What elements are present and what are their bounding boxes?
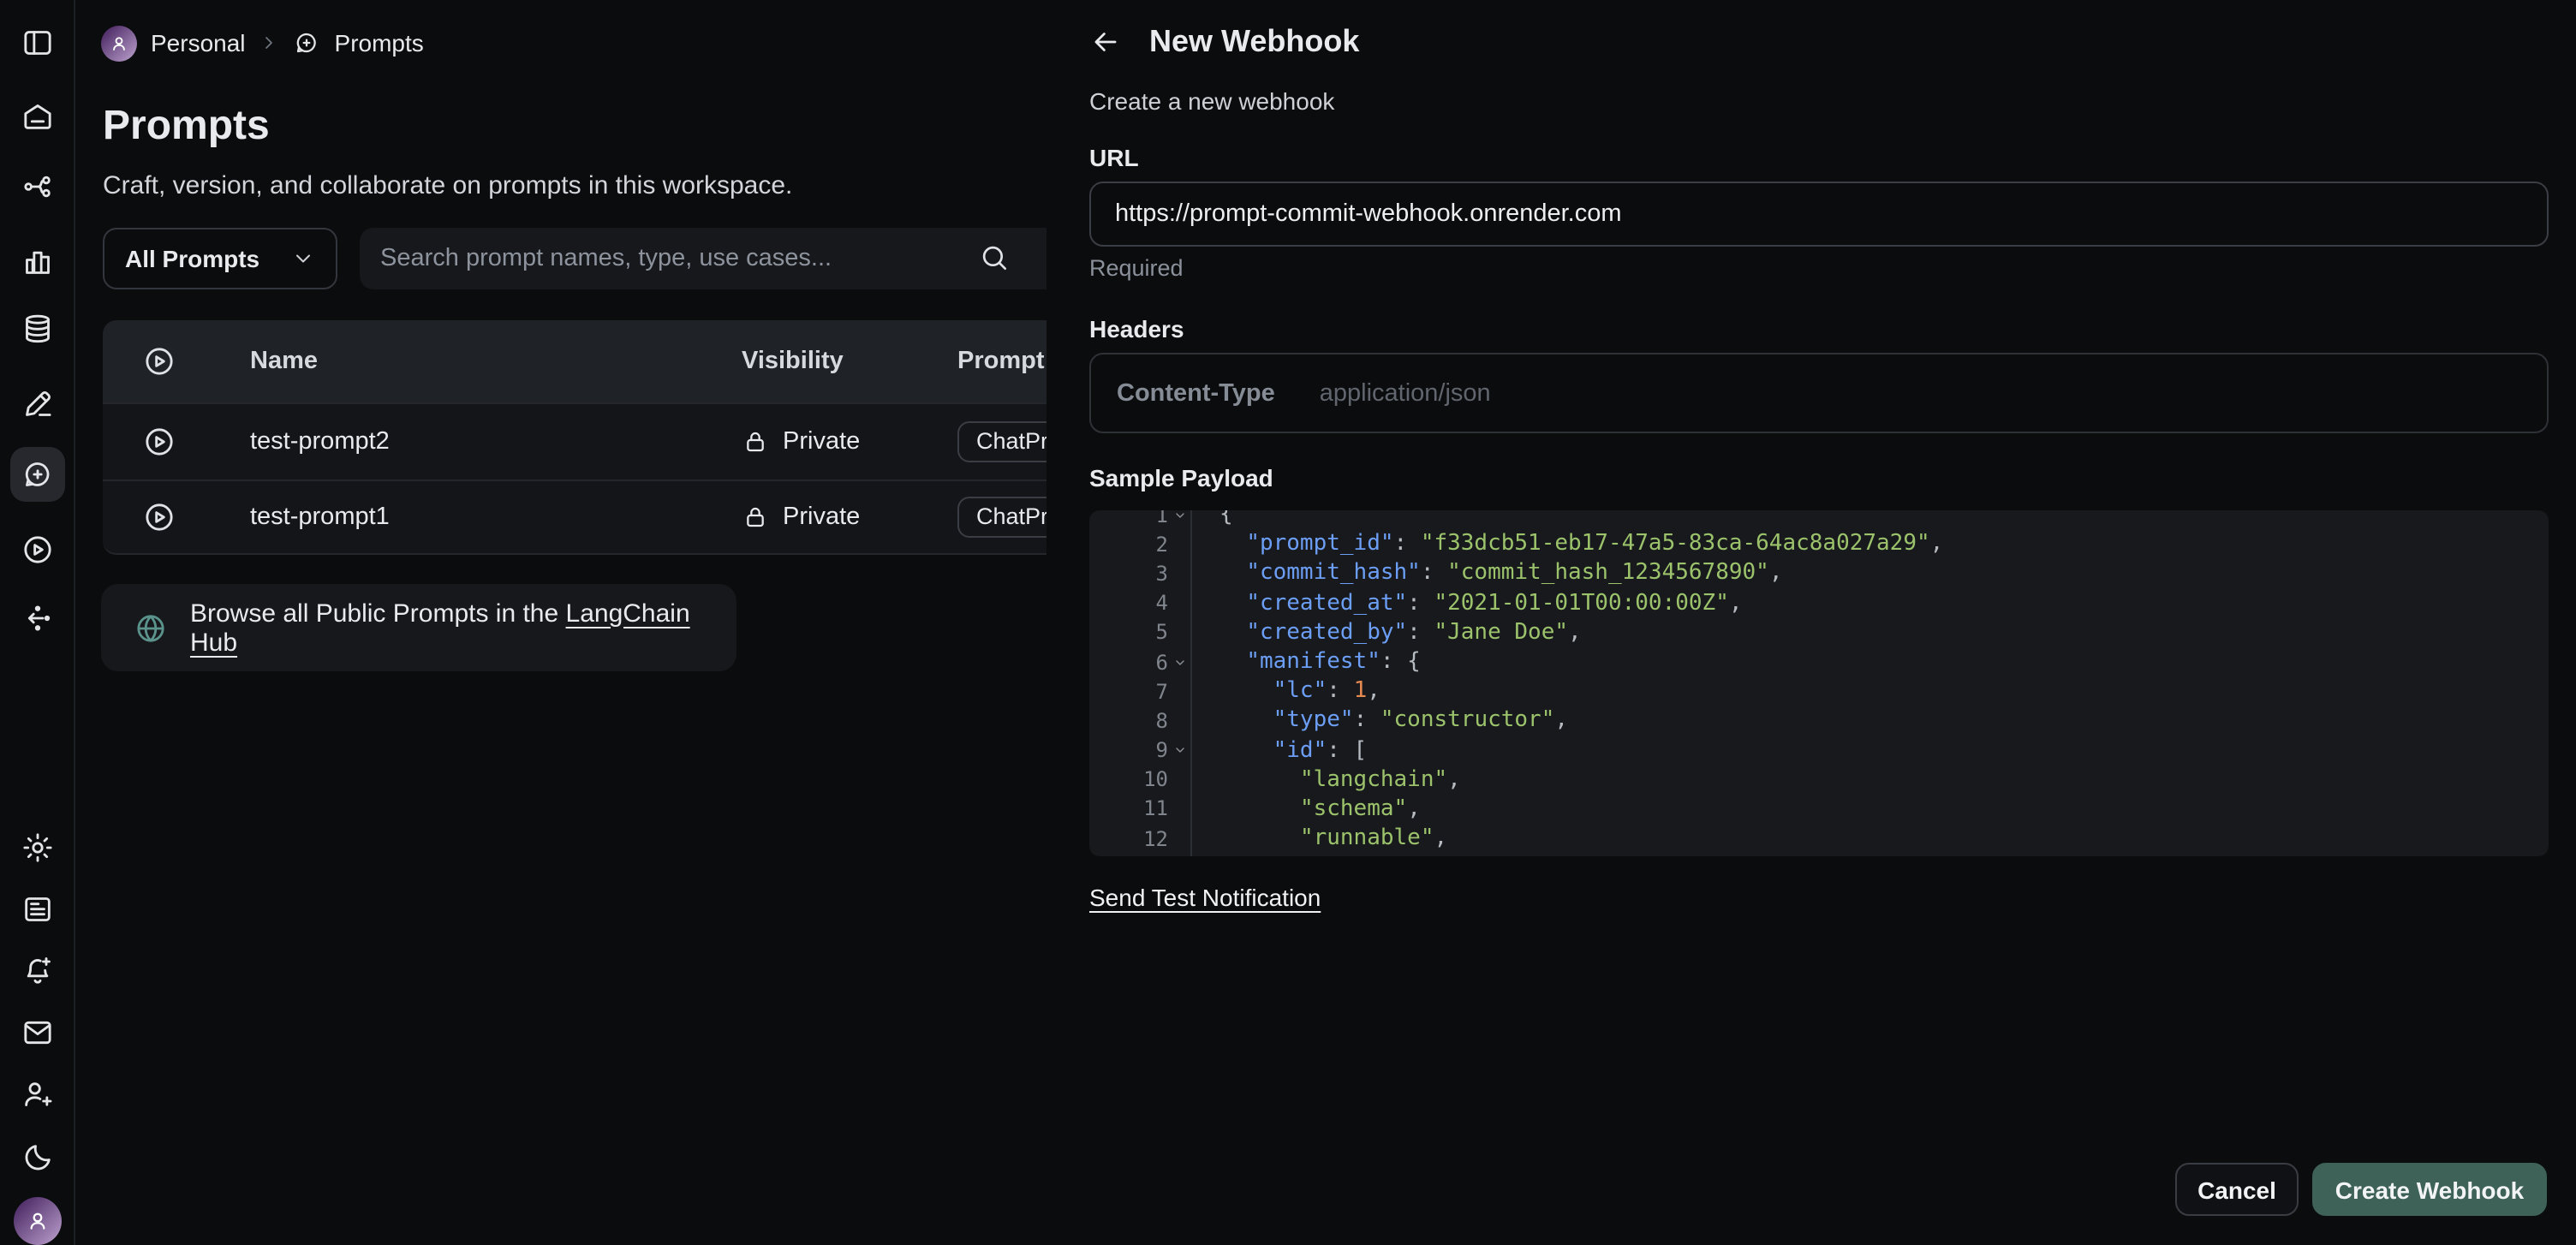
cancel-button[interactable]: Cancel [2175, 1163, 2299, 1216]
sidebar-item-split-arrow-icon[interactable] [10, 591, 65, 646]
sidebar-item-gear-icon[interactable] [10, 820, 65, 875]
prompt-name[interactable]: test-prompt2 [250, 428, 742, 456]
send-test-notification-link[interactable]: Send Test Notification [1089, 884, 1321, 911]
sidebar-item-chat-plus-icon[interactable] [10, 446, 65, 501]
code-line: 11 "schema", [1089, 795, 2549, 824]
table-header-row: Name Visibility Prompt [103, 320, 1130, 402]
code-line: 4 "created_at": "2021-01-01T00:00:00Z", [1089, 588, 2549, 617]
prompts-filter-dropdown[interactable]: All Prompts [103, 228, 337, 289]
headers-label: Headers [1089, 315, 1184, 343]
line-number: 12 [1089, 826, 1168, 850]
code-line: 8 "type": "constructor", [1089, 706, 2549, 736]
chevron-down-icon [291, 247, 315, 271]
sample-payload-label: Sample Payload [1089, 464, 1273, 491]
panel-title: New Webhook [1149, 23, 1359, 59]
breadcrumb-workspace[interactable]: Personal [151, 29, 246, 57]
hub-banner-text: Browse all Public Prompts in the LangCha… [190, 599, 736, 657]
line-number: 8 [1089, 709, 1168, 733]
code-line: 3 "commit_hash": "commit_hash_1234567890… [1089, 559, 2549, 588]
fold-chevron-icon[interactable] [1168, 743, 1190, 757]
line-number: 4 [1089, 591, 1168, 615]
line-number: 11 [1089, 797, 1168, 821]
url-input[interactable] [1089, 182, 2549, 247]
sidebar-item-play-circle-icon[interactable] [10, 522, 65, 577]
fold-chevron-icon[interactable] [1168, 510, 1190, 521]
code-lines: 1{2 "prompt_id": "f33dcb51-eb17-47a5-83c… [1089, 510, 2549, 856]
sidebar-item-home-icon[interactable] [10, 89, 65, 144]
table-body: test-prompt2PrivateChatPrtest-prompt1Pri… [103, 402, 1130, 555]
sidebar [0, 0, 75, 1245]
lock-icon [742, 503, 769, 531]
prompt-search [360, 228, 1065, 289]
sidebar-item-bar-chart-icon[interactable] [10, 234, 65, 289]
breadcrumb-current[interactable]: Prompts [335, 29, 424, 57]
chevron-right-icon [259, 33, 280, 53]
sidebar-item-document-icon[interactable] [10, 881, 65, 936]
header-value-input[interactable]: application/json [1320, 379, 1491, 407]
prompts-table: Name Visibility Prompt test-prompt2 Priva… [103, 320, 1130, 555]
play-prompt-button[interactable] [103, 425, 250, 459]
code-line: 13 "RunnableSequence", [1089, 854, 2549, 857]
sidebar-item-bell-plus-icon[interactable] [10, 944, 65, 998]
create-webhook-button[interactable]: Create Webhook [2312, 1163, 2547, 1216]
chat-plus-icon [294, 29, 321, 57]
sidebar-item-moon-icon[interactable] [10, 1130, 65, 1185]
back-arrow-icon[interactable] [1089, 22, 1127, 60]
code-line: 6 "manifest": { [1089, 647, 2549, 676]
payload-code-editor[interactable]: 1{2 "prompt_id": "f33dcb51-eb17-47a5-83c… [1089, 510, 2549, 856]
user-avatar[interactable] [14, 1197, 62, 1245]
line-number: 5 [1089, 621, 1168, 645]
code-line: 10 "langchain", [1089, 765, 2549, 794]
code-line: 12 "runnable", [1089, 824, 2549, 853]
code-line: 7 "lc": 1, [1089, 676, 2549, 706]
panel-subtitle: Create a new webhook [1089, 87, 1334, 115]
page-title: Prompts [103, 103, 270, 151]
header-key-input[interactable]: Content-Type [1117, 379, 1275, 407]
code-line: 2 "prompt_id": "f33dcb51-eb17-47a5-83ca-… [1089, 529, 2549, 558]
code-line: 1{ [1089, 510, 2549, 529]
play-circle-icon [103, 344, 250, 378]
table-row[interactable]: test-prompt1PrivateChatPr [103, 479, 1130, 555]
visibility-label: Private [783, 503, 860, 531]
code-line: 5 "created_by": "Jane Doe", [1089, 618, 2549, 647]
search-icon [978, 241, 1011, 274]
url-label: URL [1089, 144, 1139, 171]
column-header-prompt-type: Prompt [957, 348, 1045, 375]
globe-icon [134, 611, 168, 645]
line-number: 9 [1089, 738, 1168, 762]
headers-row: Content-Type application/json [1089, 353, 2549, 433]
line-number: 6 [1089, 650, 1168, 674]
sidebar-item-pen-icon[interactable] [10, 377, 65, 432]
line-number: 1 [1089, 510, 1168, 527]
column-header-visibility: Visibility [742, 348, 957, 375]
panel-header: New Webhook [1089, 22, 1359, 60]
workspace-avatar[interactable] [101, 25, 137, 61]
prompt-name[interactable]: test-prompt1 [250, 503, 742, 531]
fold-chevron-icon[interactable] [1168, 655, 1190, 669]
prompts-filter-label: All Prompts [125, 245, 259, 272]
line-number: 10 [1089, 768, 1168, 792]
line-number: 3 [1089, 562, 1168, 586]
url-required-helper: Required [1089, 255, 1184, 281]
table-row[interactable]: test-prompt2PrivateChatPr [103, 402, 1130, 479]
lock-icon [742, 428, 769, 456]
breadcrumb: Personal Prompts [101, 24, 424, 62]
app-root: Personal Prompts Prompts Craft, version,… [0, 0, 2576, 1245]
page-description: Craft, version, and collaborate on promp… [103, 171, 792, 200]
hub-banner: Browse all Public Prompts in the LangCha… [101, 584, 736, 671]
new-webhook-panel: New Webhook Create a new webhook URL Req… [1046, 0, 2576, 1245]
column-header-name: Name [250, 348, 742, 375]
sidebar-item-panel-toggle-icon[interactable] [10, 15, 65, 70]
play-prompt-button[interactable] [103, 500, 250, 534]
line-number: 7 [1089, 679, 1168, 703]
sidebar-item-database-icon[interactable] [10, 301, 65, 356]
search-input[interactable] [360, 228, 1065, 289]
sidebar-item-workflow-icon[interactable] [10, 158, 65, 213]
sidebar-item-user-plus-icon[interactable] [10, 1067, 65, 1122]
visibility-label: Private [783, 428, 860, 456]
sidebar-item-mail-icon[interactable] [10, 1004, 65, 1059]
code-line: 9 "id": [ [1089, 736, 2549, 765]
line-number: 2 [1089, 533, 1168, 557]
